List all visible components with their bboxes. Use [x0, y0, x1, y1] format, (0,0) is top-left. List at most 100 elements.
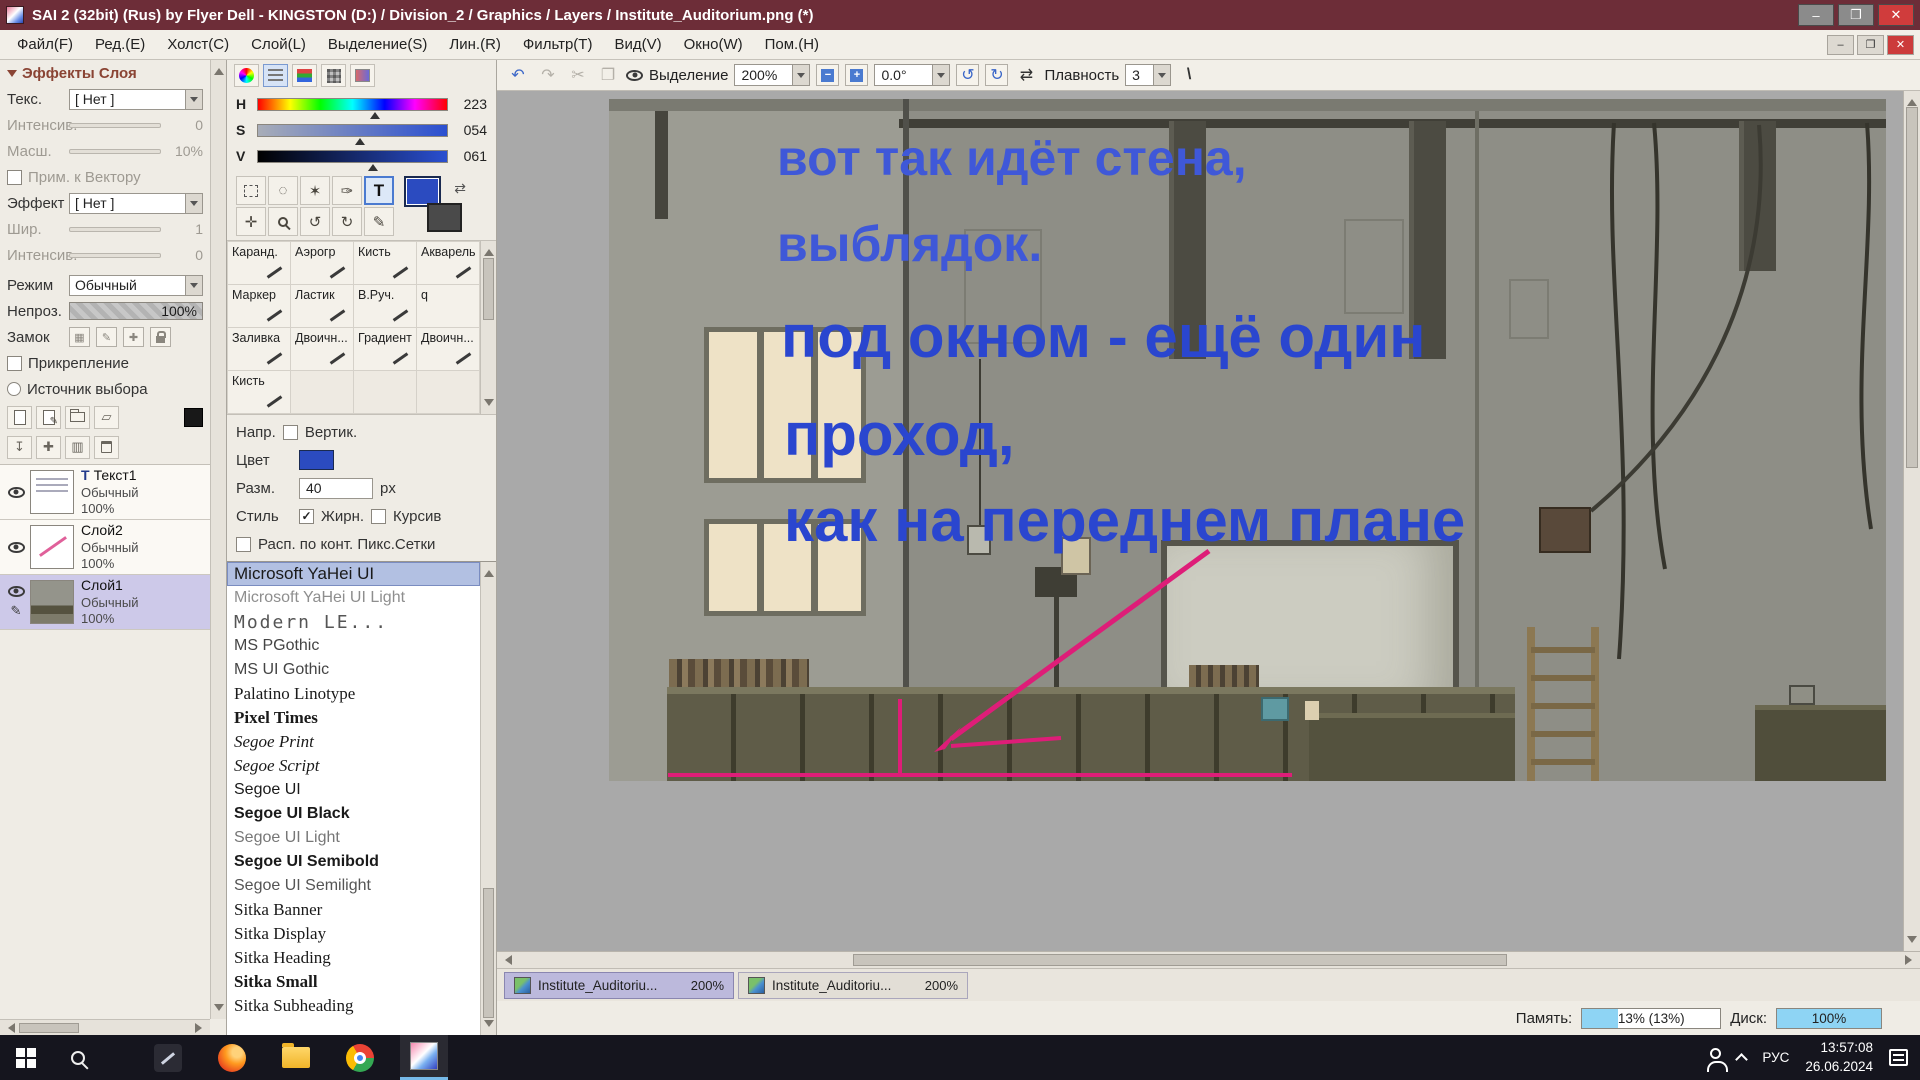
dropdown-arrow-icon[interactable]	[1153, 65, 1170, 85]
duplicate-layer-button[interactable]: ✚	[36, 436, 61, 459]
brush-cell[interactable]: Аэрогр	[291, 242, 353, 284]
copy-button[interactable]	[596, 64, 620, 86]
zoom-in-button[interactable]: +	[845, 64, 868, 86]
merge-layer-button[interactable]: ▥	[65, 436, 90, 459]
eyedropper-tool[interactable]	[364, 207, 394, 236]
people-icon[interactable]	[1710, 1048, 1721, 1059]
bold-checkbox-checked[interactable]	[299, 509, 314, 524]
artwork-image[interactable]: вот так идёт стена, выблядок. под окном …	[609, 99, 1886, 781]
brush-cell[interactable]: Кисть	[354, 242, 416, 284]
brush-cell[interactable]: В.Руч.	[354, 285, 416, 327]
new-folder-button[interactable]	[65, 406, 90, 429]
font-item[interactable]: Microsoft YaHei UI Light	[227, 586, 480, 610]
taskbar-app-firefox[interactable]	[208, 1035, 256, 1080]
saturation-slider[interactable]	[257, 124, 448, 137]
layer-panel-vertical-scrollbar[interactable]	[210, 60, 226, 1019]
visibility-eye-icon[interactable]	[8, 487, 25, 498]
font-list-scrollbar[interactable]	[480, 562, 496, 1035]
brush-cell[interactable]: Ластик	[291, 285, 353, 327]
dropdown-arrow-icon[interactable]	[185, 90, 202, 109]
maximize-button[interactable]	[1838, 4, 1874, 26]
lock-move-toggle[interactable]: ✚	[123, 327, 144, 347]
dropdown-arrow-icon[interactable]	[932, 65, 949, 85]
font-item[interactable]: Sitka Banner	[227, 898, 480, 922]
language-indicator[interactable]: РУС	[1762, 1050, 1789, 1065]
brush-cell[interactable]: Маркер	[228, 285, 290, 327]
font-item[interactable]: Segoe Script	[227, 754, 480, 778]
taskbar-app-dark[interactable]	[144, 1035, 192, 1080]
font-item[interactable]: Segoe UI Black	[227, 802, 480, 826]
font-item[interactable]: Sitka Heading	[227, 946, 480, 970]
selection-visibility-eye-icon[interactable]	[626, 70, 643, 81]
hue-slider[interactable]	[257, 98, 448, 111]
menu-file[interactable]: Файл(F)	[6, 32, 84, 57]
clock[interactable]: 13:57:08 26.06.2024	[1805, 1039, 1873, 1075]
dropdown-arrow-icon[interactable]	[185, 276, 202, 295]
doc-restore-button[interactable]	[1857, 35, 1884, 55]
lock-paint-toggle[interactable]: ✎	[96, 327, 117, 347]
clear-layer-button[interactable]: ↧	[7, 436, 32, 459]
visibility-eye-icon[interactable]	[8, 542, 25, 553]
scroll-down-arrow-icon[interactable]	[1907, 936, 1917, 948]
font-item[interactable]: Segoe UI	[227, 778, 480, 802]
brush-cell[interactable]: Кисть	[228, 371, 290, 413]
close-button[interactable]	[1878, 4, 1914, 26]
redo-button[interactable]	[536, 64, 560, 86]
cut-button[interactable]	[566, 64, 590, 86]
rect-select-tool[interactable]	[236, 176, 266, 205]
canvas-viewport[interactable]: вот так идёт стена, выблядок. под окном …	[497, 91, 1903, 951]
layer-row-layer1-selected[interactable]: Слой1 Обычный 100%	[0, 575, 210, 630]
secondary-color-swatch[interactable]	[427, 203, 462, 232]
canvas-horizontal-scrollbar[interactable]	[497, 951, 1920, 968]
swap-colors-icon[interactable]	[454, 180, 466, 197]
brush-cell[interactable]: Двоичн...	[417, 328, 479, 370]
zoom-tool[interactable]	[268, 207, 298, 236]
zoom-out-button[interactable]: −	[816, 64, 839, 86]
angle-select[interactable]: 0.0°	[874, 64, 950, 86]
intensity2-slider[interactable]	[69, 253, 161, 258]
new-layer-button[interactable]	[7, 406, 32, 429]
opacity-slider[interactable]: 100%	[69, 302, 203, 320]
scroll-down-arrow-icon[interactable]	[484, 1020, 494, 1032]
fill-swatch[interactable]	[184, 408, 203, 427]
menu-window[interactable]: Окно(W)	[673, 32, 754, 57]
brush-cell[interactable]: Градиент	[354, 328, 416, 370]
select-pen-tool[interactable]	[332, 176, 362, 205]
rgb-sliders-button[interactable]	[292, 64, 317, 87]
brush-panel-scrollbar[interactable]	[480, 241, 496, 414]
brush-cell[interactable]: Двоичн...	[291, 328, 353, 370]
scroll-right-arrow-icon[interactable]	[195, 1023, 207, 1033]
lock-transparency-toggle[interactable]: ▦	[69, 327, 90, 347]
zoom-select[interactable]: 200%	[734, 64, 810, 86]
font-item[interactable]: Sitka Display	[227, 922, 480, 946]
font-item[interactable]: Modern LE...	[227, 610, 480, 634]
texture-select[interactable]: [ Нет ]	[69, 89, 203, 110]
color-sliders-button[interactable]	[263, 64, 288, 87]
scroll-down-arrow-icon[interactable]	[214, 1004, 224, 1016]
notification-center-icon[interactable]	[1889, 1049, 1908, 1066]
swatches-button[interactable]	[321, 64, 346, 87]
font-item[interactable]: MS UI Gothic	[227, 658, 480, 682]
color-wheel-button[interactable]	[234, 64, 259, 87]
font-item[interactable]: Sitka Small	[227, 970, 480, 994]
scroll-down-arrow-icon[interactable]	[484, 399, 494, 411]
line-mode-icon[interactable]	[1177, 64, 1201, 86]
rotate-ccw-button[interactable]	[956, 64, 979, 86]
vertical-checkbox[interactable]	[283, 425, 298, 440]
dropdown-arrow-icon[interactable]	[185, 194, 202, 213]
width-slider[interactable]	[69, 227, 161, 232]
rotate-tool[interactable]	[300, 207, 330, 236]
value-marker[interactable]	[368, 159, 378, 171]
layer-row-text1[interactable]: TТекст1 Обычный 100%	[0, 465, 210, 520]
layer-row-layer2[interactable]: Слой2 Обычный 100%	[0, 520, 210, 575]
brush-cell[interactable]: Акварель	[417, 242, 479, 284]
intensity-slider[interactable]	[69, 123, 161, 128]
selection-source-radio[interactable]	[7, 382, 21, 396]
menu-help[interactable]: Пом.(H)	[754, 32, 830, 57]
brush-cell[interactable]: q	[417, 285, 479, 327]
scrollbar-thumb[interactable]	[483, 888, 494, 1018]
layer-panel-horizontal-scrollbar[interactable]	[0, 1019, 210, 1035]
move-tool[interactable]	[236, 207, 266, 236]
effect-select[interactable]: [ Нет ]	[69, 193, 203, 214]
pixel-grid-checkbox[interactable]	[236, 537, 251, 552]
